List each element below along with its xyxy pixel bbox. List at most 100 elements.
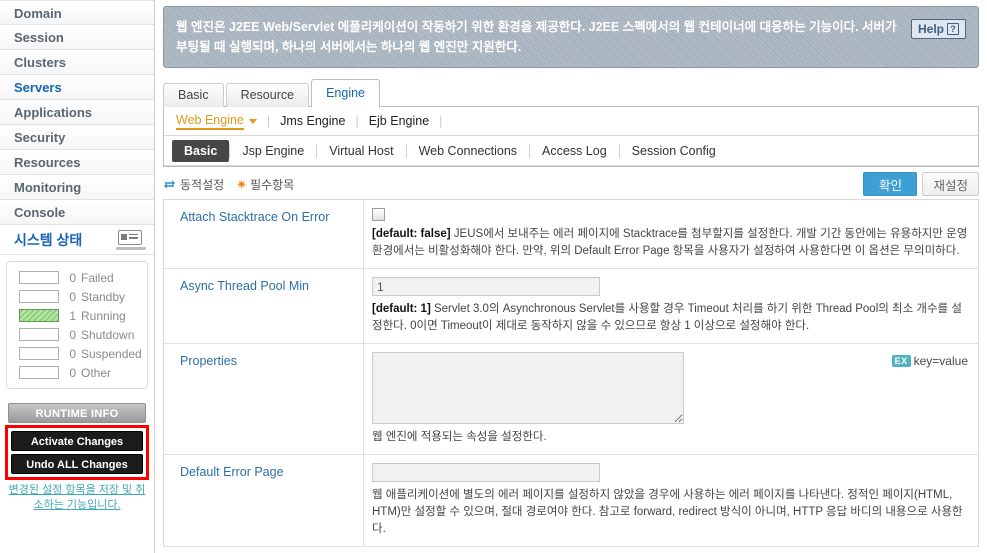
status-row: 1 Running	[11, 306, 143, 325]
status-row: 0 Suspended	[11, 344, 143, 363]
form-label: Default Error Page	[164, 455, 364, 546]
changes-description-link[interactable]: 변경된 설정 항목을 저장 및 취소하는 기능입니다.	[8, 483, 146, 513]
system-status-box: 0 Failed 0 Standby 1 Running 0 Shutdown 0 Suspend…	[6, 261, 148, 389]
subtab-basic[interactable]: Basic	[172, 139, 229, 162]
legend-group: 동적설정 ✷ 필수항목	[163, 176, 306, 193]
tab-basic[interactable]: Basic	[163, 83, 224, 107]
engine-separator: |	[439, 114, 443, 128]
status-bar-other	[19, 366, 59, 379]
info-banner-text: 웹 엔진은 J2EE Web/Servlet 에플리케이션이 작동하기 위한 환…	[176, 20, 897, 54]
system-status-title: 시스템 상태	[14, 231, 83, 248]
monitor-icon[interactable]	[116, 229, 146, 250]
engine-option-jms-engine[interactable]: Jms Engine	[280, 107, 355, 135]
sidebar-item-clusters[interactable]: Clusters	[0, 50, 154, 75]
status-row: 0 Standby	[11, 287, 143, 306]
sidebar-item-security[interactable]: Security	[0, 125, 154, 150]
default-value-text: [default: false]	[372, 228, 451, 240]
form-field-description: [default: 1] Servlet 3.0의 Asynchronous S…	[372, 301, 968, 335]
status-label: Failed	[81, 270, 114, 285]
status-bar-cell	[11, 309, 61, 322]
form-field: 웹 엔진에 적용되는 속성을 설정한다. EX key=value	[364, 344, 978, 454]
form-field-description: 웹 엔진에 적용되는 속성을 설정한다.	[372, 429, 968, 446]
status-bar-standby	[19, 290, 59, 303]
application-window: Domain Session Clusters Servers Applications…	[0, 0, 987, 553]
status-bar-cell	[11, 347, 61, 360]
status-label: Shutdown	[81, 327, 135, 342]
status-count: 0	[69, 365, 76, 380]
form-toolbar: 동적설정 ✷ 필수항목 확인 재설정	[163, 169, 979, 199]
main-content: 웹 엔진은 J2EE Web/Servlet 에플리케이션이 작동하기 위한 환…	[155, 0, 987, 553]
sidebar-item-servers[interactable]: Servers	[0, 75, 154, 100]
system-status-header: 시스템 상태	[0, 225, 154, 255]
confirm-button[interactable]: 확인	[863, 172, 918, 196]
status-bar-running	[19, 309, 59, 322]
form-row: Async Thread Pool Min[default: 1] Servle…	[164, 269, 978, 344]
undo-all-changes-button[interactable]: Undo ALL Changes	[11, 454, 143, 474]
status-bar-shutdown	[19, 328, 59, 341]
form-field: [default: false] JEUS에서 보내주는 에러 페이지에 Sta…	[364, 200, 978, 268]
attach-stacktrace-on-error-checkbox[interactable]	[372, 208, 385, 221]
runtime-info-button[interactable]: RUNTIME INFO	[8, 403, 146, 423]
engine-option-label: Ejb Engine	[368, 114, 430, 128]
subtab-web-connections[interactable]: Web Connections	[407, 140, 529, 162]
status-row: 0 Other	[11, 363, 143, 382]
status-label: Suspended	[81, 346, 142, 361]
sidebar-item-monitoring[interactable]: Monitoring	[0, 175, 154, 200]
engine-subtabs: Basic Jsp Engine Virtual Host Web Connectio…	[164, 136, 978, 166]
subtab-virtual-host[interactable]: Virtual Host	[317, 140, 405, 162]
status-count: 1	[69, 308, 76, 323]
sidebar-item-domain[interactable]: Domain	[0, 0, 154, 25]
status-bar-failed	[19, 271, 59, 284]
status-row: 0 Shutdown	[11, 325, 143, 344]
sidebar: Domain Session Clusters Servers Applications…	[0, 0, 155, 553]
tab-resource[interactable]: Resource	[225, 83, 310, 107]
reset-button[interactable]: 재설정	[922, 172, 979, 196]
description-text: 웹 애플리케이션에 별도의 에러 페이지를 설정하지 않았을 경우에 사용하는 …	[372, 489, 963, 535]
legend-required: ✷ 필수항목	[236, 176, 294, 193]
engine-option-ejb-engine[interactable]: Ejb Engine	[369, 107, 439, 135]
status-count: 0	[69, 270, 76, 285]
sidebar-item-console[interactable]: Console	[0, 200, 154, 225]
status-bar-cell	[11, 271, 61, 284]
default-value-text: [default: 1]	[372, 303, 431, 315]
engine-separator: |	[355, 114, 359, 128]
legend-required-label: 필수항목	[250, 177, 295, 192]
status-count: 0	[69, 289, 76, 304]
help-button-label: Help	[917, 22, 944, 36]
question-mark-icon: ?	[947, 23, 959, 35]
async-thread-pool-min-input[interactable]	[372, 277, 600, 296]
status-bar-cell	[11, 290, 61, 303]
subtab-session-config[interactable]: Session Config	[620, 140, 728, 162]
status-count: 0	[69, 346, 76, 361]
engine-selector: Web Engine | Jms Engine | Ejb Engine |	[164, 107, 978, 136]
default-error-page-input[interactable]	[372, 463, 600, 482]
asterisk-icon: ✷	[236, 176, 248, 192]
activate-changes-button[interactable]: Activate Changes	[11, 431, 143, 451]
status-count: 0	[69, 327, 76, 342]
subtab-jsp-engine[interactable]: Jsp Engine	[230, 140, 316, 162]
form-row: Properties 웹 엔진에 적용되는 속성을 설정한다. EX key=valu…	[164, 344, 978, 455]
legend-dynamic: 동적설정	[163, 176, 224, 193]
form-row: Attach Stacktrace On Error [default: fals…	[164, 200, 978, 269]
form-label: Properties	[164, 344, 364, 454]
engine-panel: Web Engine | Jms Engine | Ejb Engine | Basic J…	[163, 106, 979, 167]
status-bar-cell	[11, 366, 61, 379]
sidebar-item-session[interactable]: Session	[0, 25, 154, 50]
status-label: Standby	[81, 289, 126, 304]
engine-option-label: Jms Engine	[280, 114, 346, 128]
engine-option-web-engine[interactable]: Web Engine	[176, 107, 267, 135]
help-button[interactable]: Help ?	[910, 19, 966, 39]
status-label: Running	[81, 308, 126, 323]
chevron-down-icon[interactable]	[248, 118, 257, 124]
subtab-access-log[interactable]: Access Log	[530, 140, 619, 162]
sidebar-item-resources[interactable]: Resources	[0, 150, 154, 175]
sidebar-nav: Domain Session Clusters Servers Applications…	[0, 0, 154, 225]
status-label: Other	[81, 365, 112, 380]
sidebar-item-applications[interactable]: Applications	[0, 100, 154, 125]
tab-engine[interactable]: Engine	[311, 79, 381, 108]
properties-textarea[interactable]	[372, 352, 684, 424]
form-field: [default: 1] Servlet 3.0의 Asynchronous S…	[364, 269, 978, 343]
form-field: 웹 애플리케이션에 별도의 에러 페이지를 설정하지 않았을 경우에 사용하는 …	[364, 455, 978, 546]
form-label: Async Thread Pool Min	[164, 269, 364, 343]
description-text: 웹 엔진에 적용되는 속성을 설정한다.	[372, 431, 547, 443]
